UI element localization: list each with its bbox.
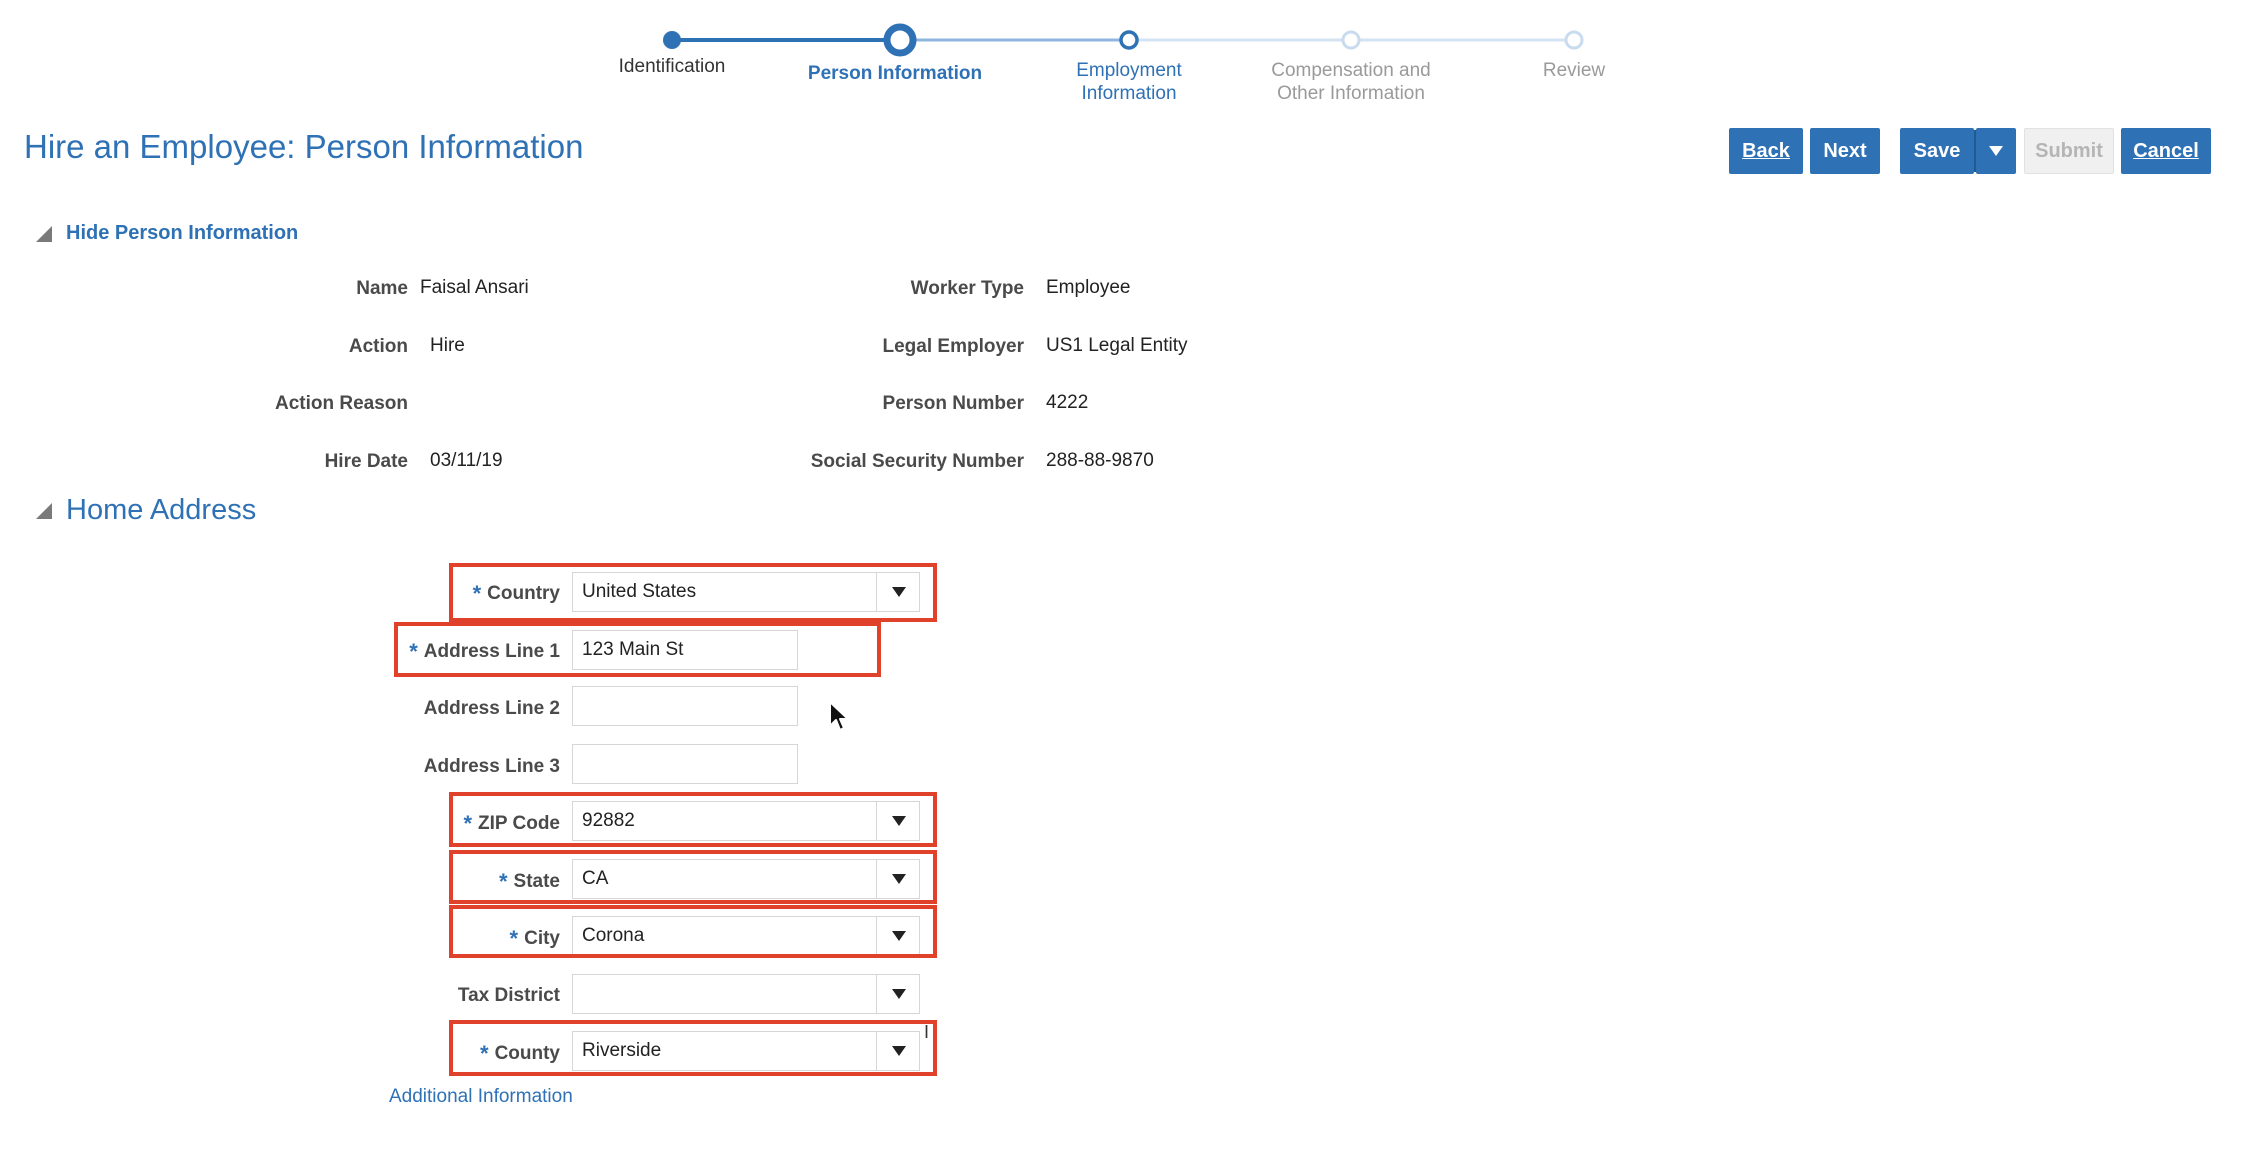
train-step-label-line2: Other Information — [1277, 83, 1425, 104]
person-number-value: 4222 — [1046, 392, 1089, 413]
name-label: Name — [356, 278, 408, 299]
submit-button-label: Submit — [2035, 139, 2103, 162]
train-step-label: Review — [1542, 60, 1606, 81]
submit-button[interactable]: Submit — [2024, 128, 2114, 174]
train-stop-employment-information[interactable] — [1119, 30, 1139, 50]
page-title: Hire an Employee: Person Information — [24, 128, 584, 165]
highlight-box — [449, 850, 937, 904]
person-number-label: Person Number — [882, 393, 1024, 414]
ssn-value: 288-88-9870 — [1046, 450, 1154, 471]
save-button-label: Save — [1913, 139, 1961, 162]
hide-person-information-toggle[interactable]: Hide Person Information — [36, 222, 298, 245]
hide-person-information-label: Hide Person Information — [66, 222, 299, 244]
hire-date-label: Hire Date — [324, 451, 408, 472]
address-line-2-input[interactable] — [572, 686, 798, 726]
highlight-box — [449, 1020, 937, 1076]
back-button[interactable]: Back — [1729, 128, 1803, 174]
ssn-label: Social Security Number — [810, 451, 1024, 472]
collapse-triangle-icon — [36, 502, 52, 519]
home-address-heading: Home Address — [66, 494, 257, 526]
train-stop-identification[interactable] — [663, 31, 681, 49]
save-options-button[interactable] — [1976, 128, 2016, 174]
chevron-down-icon — [891, 989, 906, 999]
highlight-box — [449, 792, 937, 847]
train-step-person-information[interactable]: Person Information — [775, 62, 1015, 85]
next-button[interactable]: Next — [1810, 128, 1880, 174]
tax-district-select[interactable] — [572, 974, 920, 1014]
train-step-label: Person Information — [807, 63, 983, 84]
train-stop-compensation[interactable] — [1341, 30, 1361, 50]
chevron-down-icon — [1989, 146, 2003, 156]
next-button-label: Next — [1823, 139, 1867, 162]
address-line-3-label: Address Line 3 — [423, 756, 560, 777]
highlight-box — [394, 622, 881, 677]
train-step-compensation[interactable]: Compensation and Other Information — [1231, 59, 1471, 105]
train-step-label-line2: Information — [1081, 83, 1177, 104]
tax-district-dropdown-button[interactable] — [876, 974, 920, 1014]
action-label: Action — [348, 336, 408, 357]
action-value: Hire — [430, 335, 465, 356]
worker-type-value: Employee — [1046, 277, 1131, 298]
train-stop-person-information[interactable] — [883, 23, 917, 57]
text-cursor-icon: I — [924, 1022, 930, 1042]
train-step-review[interactable]: Review — [1454, 59, 1694, 82]
address-line-2-label: Address Line 2 — [423, 698, 560, 719]
legal-employer-value: US1 Legal Entity — [1046, 335, 1188, 356]
highlight-box — [449, 563, 937, 622]
highlight-box — [449, 905, 937, 958]
collapse-triangle-icon — [36, 225, 52, 242]
back-button-label: Back — [1742, 139, 1790, 162]
worker-type-label: Worker Type — [910, 278, 1024, 299]
progress-train: Identification Person Information Employ… — [0, 0, 2252, 120]
tax-district-label: Tax District — [457, 985, 560, 1006]
address-line-3-input[interactable] — [572, 744, 798, 784]
hire-date-value: 03/11/19 — [430, 450, 503, 471]
mouse-pointer-icon — [829, 701, 849, 731]
train-step-label: Employment — [1076, 60, 1182, 81]
train-stop-review[interactable] — [1564, 30, 1584, 50]
additional-information-link[interactable]: Additional Information — [389, 1086, 573, 1108]
train-step-label: Identification — [618, 56, 726, 77]
name-value: Faisal Ansari — [420, 277, 529, 298]
train-step-label: Compensation and — [1271, 60, 1431, 81]
train-step-identification[interactable]: Identification — [552, 55, 792, 78]
cancel-button[interactable]: Cancel — [2121, 128, 2211, 174]
action-reason-label: Action Reason — [274, 393, 408, 414]
home-address-header[interactable]: Home Address — [36, 494, 256, 527]
train-step-employment-information[interactable]: Employment Information — [1009, 59, 1249, 105]
save-button[interactable]: Save — [1900, 128, 1974, 174]
legal-employer-label: Legal Employer — [882, 336, 1025, 357]
cancel-button-label: Cancel — [2133, 139, 2199, 162]
